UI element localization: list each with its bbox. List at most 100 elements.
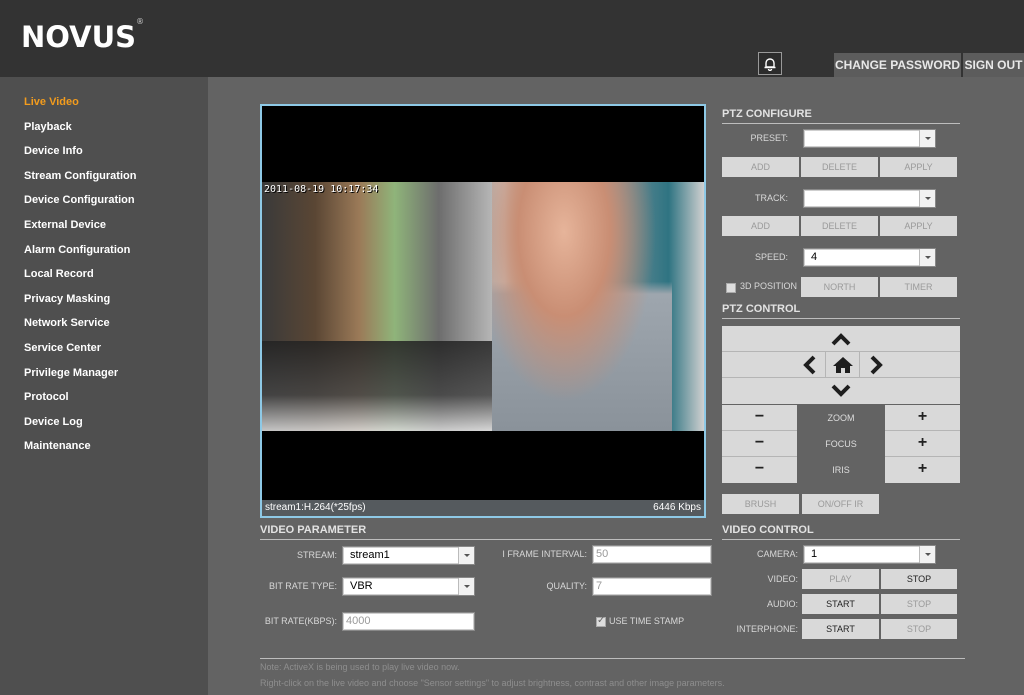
track-add-button[interactable]: ADD xyxy=(722,216,799,236)
track-apply-button[interactable]: APPLY xyxy=(880,216,957,236)
ptz-down-row xyxy=(722,378,960,404)
chevron-down-icon[interactable] xyxy=(458,547,474,564)
sidebar-item-device-log[interactable]: Device Log xyxy=(0,415,208,440)
zoom-out-button[interactable]: − xyxy=(722,405,797,431)
stream-select[interactable]: stream1 xyxy=(342,546,475,565)
video-parameter-header: VIDEO PARAMETER xyxy=(260,524,712,540)
zoom-label: ZOOM xyxy=(827,413,855,423)
activex-note: Note: ActiveX is being used to play live… xyxy=(260,662,460,672)
ptz-up-button[interactable] xyxy=(722,326,960,352)
quality-input[interactable]: 7 xyxy=(592,577,712,596)
video-timestamp-overlay: 2011-08-19 10:17:34 xyxy=(264,184,379,195)
sidebar-item-privilege-manager[interactable]: Privilege Manager xyxy=(0,366,208,391)
bitrate-type-value: VBR xyxy=(350,580,373,592)
sidebar-item-service-center[interactable]: Service Center xyxy=(0,341,208,366)
stream-label: STREAM: xyxy=(296,550,337,560)
bell-icon xyxy=(764,57,776,71)
sidebar-item-live-video[interactable]: Live Video xyxy=(0,95,208,120)
sidebar: Live Video Playback Device Info Stream Conf… xyxy=(0,77,208,695)
speed-value: 4 xyxy=(811,251,818,263)
ir-toggle-button[interactable]: ON/OFF IR xyxy=(802,494,879,514)
chevron-down-icon[interactable] xyxy=(919,249,935,266)
sidebar-item-maintenance[interactable]: Maintenance xyxy=(0,439,208,464)
video-scene-person xyxy=(492,182,672,431)
iris-plus-button[interactable]: + xyxy=(885,457,960,483)
bitrate-label: BIT RATE(KBPS): xyxy=(264,616,337,626)
interphone-start-button[interactable]: START xyxy=(802,619,879,639)
ptz-right-button[interactable] xyxy=(860,352,893,378)
video-stop-button[interactable]: STOP xyxy=(881,569,957,589)
iframe-interval-label: I FRAME INTERVAL: xyxy=(502,549,587,559)
chevron-down-icon[interactable] xyxy=(919,130,935,147)
ptz-home-button[interactable] xyxy=(825,352,860,378)
quality-label: QUALITY: xyxy=(546,581,587,591)
sidebar-item-device-configuration[interactable]: Device Configuration xyxy=(0,193,208,218)
sidebar-item-alarm-configuration[interactable]: Alarm Configuration xyxy=(0,243,208,268)
north-button[interactable]: NORTH xyxy=(801,277,878,297)
sidebar-item-external-device[interactable]: External Device xyxy=(0,218,208,243)
preset-apply-button[interactable]: APPLY xyxy=(880,157,957,177)
sidebar-item-network-service[interactable]: Network Service xyxy=(0,316,208,341)
sidebar-item-playback[interactable]: Playback xyxy=(0,120,208,145)
camera-select[interactable]: 1 xyxy=(803,545,936,564)
video-frame[interactable] xyxy=(262,182,704,431)
3d-position-checkbox[interactable] xyxy=(726,283,736,293)
speed-select[interactable]: 4 xyxy=(803,248,936,267)
ptz-up-row xyxy=(722,326,960,352)
chevron-down-icon[interactable] xyxy=(919,190,935,207)
ptz-left-button[interactable] xyxy=(792,352,825,378)
use-timestamp-checkbox[interactable] xyxy=(596,615,606,627)
chevron-left-icon xyxy=(802,355,815,375)
speed-label: SPEED: xyxy=(754,252,788,262)
ptz-configure-header: PTZ CONFIGURE xyxy=(722,108,960,124)
bitrate-type-label: BIT RATE TYPE: xyxy=(268,581,337,591)
sidebar-item-privacy-masking[interactable]: Privacy Masking xyxy=(0,292,208,317)
iris-minus-button[interactable]: − xyxy=(722,457,797,483)
preset-delete-button[interactable]: DELETE xyxy=(801,157,878,177)
sidebar-menu: Live Video Playback Device Info Stream Conf… xyxy=(0,77,208,464)
bitrate-input[interactable]: 4000 xyxy=(342,612,475,631)
use-timestamp-label: USE TIME STAMP xyxy=(609,616,685,626)
sensor-settings-note: Right-click on the live video and choose… xyxy=(260,678,725,688)
chevron-down-icon[interactable] xyxy=(458,578,474,595)
sign-out-button[interactable]: SIGN OUT xyxy=(963,53,1024,77)
track-delete-button[interactable]: DELETE xyxy=(801,216,878,236)
home-icon xyxy=(832,357,853,373)
change-password-button[interactable]: CHANGE PASSWORD xyxy=(834,53,961,77)
ptz-down-button[interactable] xyxy=(722,378,960,404)
chevron-right-icon xyxy=(870,355,883,375)
notification-button[interactable] xyxy=(758,52,782,75)
iframe-interval-input[interactable]: 50 xyxy=(592,545,712,564)
audio-start-button[interactable]: START xyxy=(802,594,879,614)
sidebar-item-stream-configuration[interactable]: Stream Configuration xyxy=(0,169,208,194)
bitrate-readout: 6446 Kbps xyxy=(653,502,701,513)
bitrate-type-select[interactable]: VBR xyxy=(342,577,475,596)
chevron-down-icon[interactable] xyxy=(919,546,935,563)
ptz-control-header: PTZ CONTROL xyxy=(722,303,960,319)
preset-select[interactable] xyxy=(803,129,936,148)
zoom-in-button[interactable]: + xyxy=(885,405,960,431)
video-control-header: VIDEO CONTROL xyxy=(722,524,960,540)
brush-button[interactable]: BRUSH xyxy=(722,494,799,514)
preset-add-button[interactable]: ADD xyxy=(722,157,799,177)
camera-value: 1 xyxy=(811,548,818,560)
focus-minus-button[interactable]: − xyxy=(722,431,797,457)
logo-text: NOVUS xyxy=(21,20,137,54)
interphone-label: INTERPHONE: xyxy=(736,624,798,634)
live-video-player[interactable]: 2011-08-19 10:17:34 stream1:H.264(*25fps… xyxy=(260,104,706,518)
novus-logo: NOVUS ® xyxy=(21,18,144,56)
sidebar-item-protocol[interactable]: Protocol xyxy=(0,390,208,415)
3d-position-label: 3D POSITION xyxy=(740,281,798,291)
video-play-button[interactable]: PLAY xyxy=(802,569,879,589)
video-status-bar: stream1:H.264(*25fps) 6446 Kbps xyxy=(262,500,704,516)
sidebar-item-device-info[interactable]: Device Info xyxy=(0,144,208,169)
track-select[interactable] xyxy=(803,189,936,208)
focus-plus-button[interactable]: + xyxy=(885,431,960,457)
audio-stop-button[interactable]: STOP xyxy=(881,594,957,614)
audio-label: AUDIO: xyxy=(766,599,798,609)
video-scene-desk xyxy=(262,341,502,431)
sidebar-item-local-record[interactable]: Local Record xyxy=(0,267,208,292)
timer-button[interactable]: TIMER xyxy=(880,277,957,297)
preset-label: PRESET: xyxy=(750,133,788,143)
interphone-stop-button[interactable]: STOP xyxy=(881,619,957,639)
